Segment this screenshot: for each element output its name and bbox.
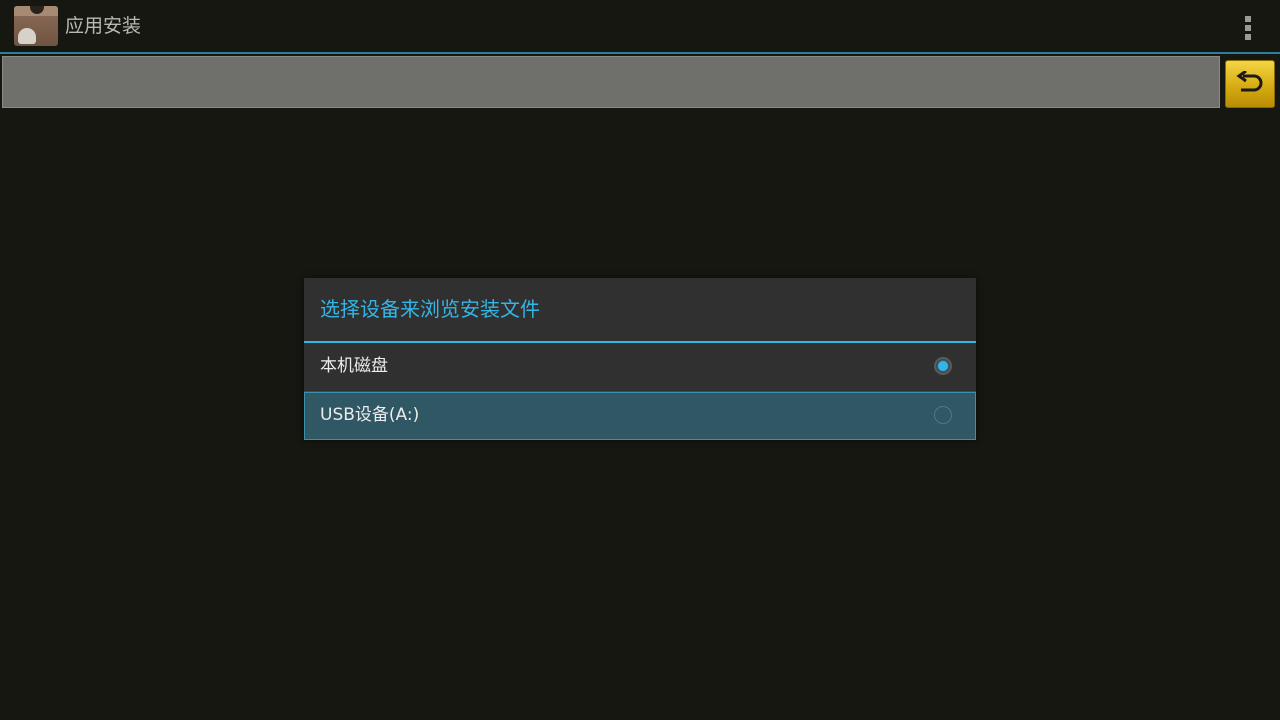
overflow-dot <box>1245 34 1251 40</box>
option-usb-device[interactable]: USB设备(A:) <box>304 392 976 440</box>
overflow-dot <box>1245 16 1251 22</box>
action-bar: 应用安装 <box>0 0 1280 54</box>
radio-checked-icon[interactable] <box>934 357 952 375</box>
option-label: 本机磁盘 <box>320 356 388 376</box>
app-title: 应用安装 <box>65 15 142 37</box>
option-label: USB设备(A:) <box>320 405 420 425</box>
option-local-disk[interactable]: 本机磁盘 <box>304 343 976 391</box>
back-button[interactable] <box>1225 60 1275 108</box>
return-arrow-icon <box>1236 71 1263 92</box>
screen: 应用安装 选择设备来浏览安装文件 本机磁盘 USB设备(A:) <box>0 0 1280 720</box>
app-icon[interactable] <box>14 6 58 46</box>
device-select-dialog: 选择设备来浏览安装文件 本机磁盘 USB设备(A:) <box>304 278 976 440</box>
android-icon <box>18 28 36 44</box>
path-field[interactable] <box>2 56 1220 108</box>
overflow-menu-icon[interactable] <box>1234 10 1262 44</box>
radio-unchecked-icon[interactable] <box>934 406 952 424</box>
dialog-title: 选择设备来浏览安装文件 <box>320 297 540 321</box>
overflow-dot <box>1245 25 1251 31</box>
